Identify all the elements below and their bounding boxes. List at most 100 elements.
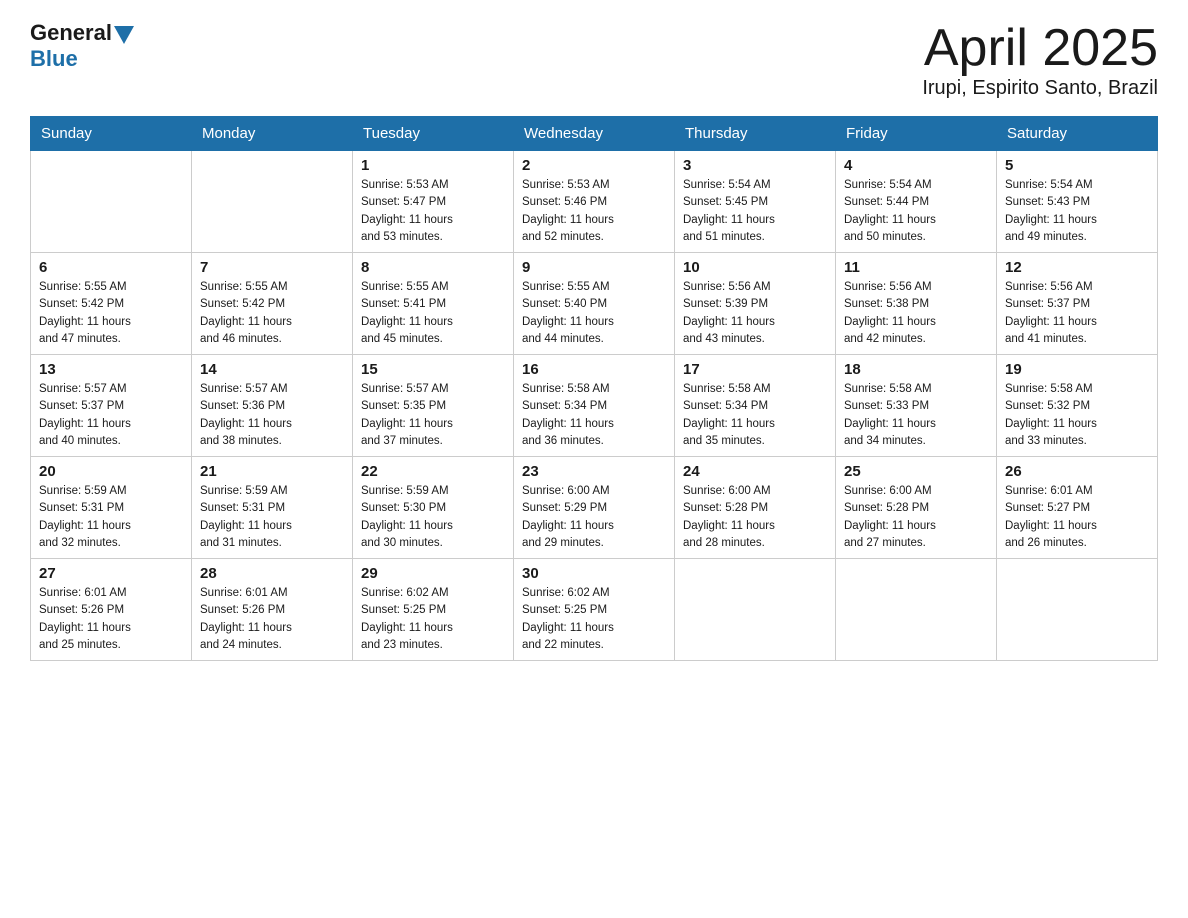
calendar-cell: 5Sunrise: 5:54 AMSunset: 5:43 PMDaylight… (997, 151, 1158, 253)
weekday-header: Friday (836, 117, 997, 151)
day-number: 20 (39, 463, 183, 480)
calendar-cell: 30 Sunrise: 6:02 AMSunset: 5:25 PMDayligh… (514, 559, 675, 661)
calendar-cell: 2 Sunrise: 5:53 AMSunset: 5:46 PMDaylight… (514, 151, 675, 253)
day-number: 27 (39, 565, 183, 582)
logo-general-text: General (30, 20, 112, 46)
day-info: Sunrise: 5:54 AMSunset: 5:44 PMDaylight:… (844, 177, 988, 246)
day-number: 28 (200, 565, 344, 582)
month-title: April 2025 (922, 20, 1158, 77)
day-info: Sunrise: 5:55 AMSunset: 5:42 PMDaylight:… (39, 279, 183, 348)
calendar-cell: 27 Sunrise: 6:01 AMSunset: 5:26 PMDayligh… (31, 559, 192, 661)
day-number: 19 (1005, 361, 1149, 378)
day-info: Sunrise: 5:58 AMSunset: 5:32 PMDaylight:… (1005, 381, 1149, 450)
day-info: Sunrise: 5:55 AMSunset: 5:42 PMDaylight:… (200, 279, 344, 348)
day-info: Sunrise: 5:57 AMSunset: 5:36 PMDaylight:… (200, 381, 344, 450)
day-info: Sunrise: 5:59 AMSunset: 5:30 PMDaylight:… (361, 483, 505, 552)
calendar-cell: 16 Sunrise: 5:58 AMSunset: 5:34 PMDayligh… (514, 355, 675, 457)
day-info: Sunrise: 6:00 AMSunset: 5:28 PMDaylight:… (844, 483, 988, 552)
calendar-cell: 15 Sunrise: 5:57 AMSunset: 5:35 PMDayligh… (353, 355, 514, 457)
day-number: 9 (522, 259, 666, 276)
day-number: 3 (683, 157, 827, 174)
day-number: 8 (361, 259, 505, 276)
day-info: Sunrise: 5:55 AMSunset: 5:40 PMDaylight:… (522, 279, 666, 348)
day-info: Sunrise: 6:02 AMSunset: 5:25 PMDaylight:… (522, 585, 666, 654)
calendar-cell: 26 Sunrise: 6:01 AMSunset: 5:27 PMDayligh… (997, 457, 1158, 559)
day-info: Sunrise: 6:01 AMSunset: 5:26 PMDaylight:… (39, 585, 183, 654)
calendar-cell: 9 Sunrise: 5:55 AMSunset: 5:40 PMDaylight… (514, 253, 675, 355)
calendar-cell: 25Sunrise: 6:00 AMSunset: 5:28 PMDayligh… (836, 457, 997, 559)
day-number: 16 (522, 361, 666, 378)
day-number: 18 (844, 361, 988, 378)
calendar-cell: 21Sunrise: 5:59 AMSunset: 5:31 PMDayligh… (192, 457, 353, 559)
weekday-header: Monday (192, 117, 353, 151)
day-info: Sunrise: 5:54 AMSunset: 5:43 PMDaylight:… (1005, 177, 1149, 246)
day-info: Sunrise: 5:56 AMSunset: 5:39 PMDaylight:… (683, 279, 827, 348)
day-info: Sunrise: 5:53 AMSunset: 5:47 PMDaylight:… (361, 177, 505, 246)
calendar-cell: 24Sunrise: 6:00 AMSunset: 5:28 PMDayligh… (675, 457, 836, 559)
calendar-cell: 18 Sunrise: 5:58 AMSunset: 5:33 PMDayligh… (836, 355, 997, 457)
page-header: General Blue April 2025 Irupi, Espirito … (30, 20, 1158, 100)
day-number: 11 (844, 259, 988, 276)
day-info: Sunrise: 5:58 AMSunset: 5:33 PMDaylight:… (844, 381, 988, 450)
logo: General Blue (30, 20, 134, 72)
calendar-cell (836, 559, 997, 661)
day-info: Sunrise: 5:58 AMSunset: 5:34 PMDaylight:… (683, 381, 827, 450)
day-number: 12 (1005, 259, 1149, 276)
calendar-cell: 23Sunrise: 6:00 AMSunset: 5:29 PMDayligh… (514, 457, 675, 559)
day-number: 4 (844, 157, 988, 174)
calendar-cell: 12Sunrise: 5:56 AMSunset: 5:37 PMDayligh… (997, 253, 1158, 355)
calendar-cell (192, 151, 353, 253)
day-info: Sunrise: 5:57 AMSunset: 5:35 PMDaylight:… (361, 381, 505, 450)
day-info: Sunrise: 5:53 AMSunset: 5:46 PMDaylight:… (522, 177, 666, 246)
day-number: 26 (1005, 463, 1149, 480)
calendar-cell: 29 Sunrise: 6:02 AMSunset: 5:25 PMDayligh… (353, 559, 514, 661)
day-number: 29 (361, 565, 505, 582)
calendar-cell: 20 Sunrise: 5:59 AMSunset: 5:31 PMDayligh… (31, 457, 192, 559)
day-number: 14 (200, 361, 344, 378)
day-info: Sunrise: 5:56 AMSunset: 5:38 PMDaylight:… (844, 279, 988, 348)
day-number: 13 (39, 361, 183, 378)
day-number: 1 (361, 157, 505, 174)
calendar-cell: 7 Sunrise: 5:55 AMSunset: 5:42 PMDaylight… (192, 253, 353, 355)
calendar-cell: 11 Sunrise: 5:56 AMSunset: 5:38 PMDayligh… (836, 253, 997, 355)
calendar-cell: 13 Sunrise: 5:57 AMSunset: 5:37 PMDayligh… (31, 355, 192, 457)
calendar-cell: 17 Sunrise: 5:58 AMSunset: 5:34 PMDayligh… (675, 355, 836, 457)
day-number: 22 (361, 463, 505, 480)
day-number: 17 (683, 361, 827, 378)
calendar-week-row: 27 Sunrise: 6:01 AMSunset: 5:26 PMDayligh… (31, 559, 1158, 661)
weekday-header: Wednesday (514, 117, 675, 151)
day-number: 7 (200, 259, 344, 276)
day-number: 10 (683, 259, 827, 276)
weekday-header: Tuesday (353, 117, 514, 151)
calendar-cell: 8 Sunrise: 5:55 AMSunset: 5:41 PMDaylight… (353, 253, 514, 355)
calendar-table: SundayMondayTuesdayWednesdayThursdayFrid… (30, 116, 1158, 661)
calendar-cell: 22 Sunrise: 5:59 AMSunset: 5:30 PMDayligh… (353, 457, 514, 559)
calendar-week-row: 6 Sunrise: 5:55 AMSunset: 5:42 PMDaylight… (31, 253, 1158, 355)
weekday-header: Sunday (31, 117, 192, 151)
day-info: Sunrise: 5:57 AMSunset: 5:37 PMDaylight:… (39, 381, 183, 450)
calendar-cell (675, 559, 836, 661)
calendar-week-row: 1 Sunrise: 5:53 AMSunset: 5:47 PMDaylight… (31, 151, 1158, 253)
day-info: Sunrise: 5:54 AMSunset: 5:45 PMDaylight:… (683, 177, 827, 246)
day-number: 15 (361, 361, 505, 378)
day-number: 2 (522, 157, 666, 174)
day-info: Sunrise: 5:59 AMSunset: 5:31 PMDaylight:… (39, 483, 183, 552)
day-number: 24 (683, 463, 827, 480)
day-info: Sunrise: 6:02 AMSunset: 5:25 PMDaylight:… (361, 585, 505, 654)
day-info: Sunrise: 5:55 AMSunset: 5:41 PMDaylight:… (361, 279, 505, 348)
calendar-header-row: SundayMondayTuesdayWednesdayThursdayFrid… (31, 117, 1158, 151)
weekday-header: Thursday (675, 117, 836, 151)
calendar-week-row: 13 Sunrise: 5:57 AMSunset: 5:37 PMDayligh… (31, 355, 1158, 457)
calendar-cell (31, 151, 192, 253)
calendar-cell: 28 Sunrise: 6:01 AMSunset: 5:26 PMDayligh… (192, 559, 353, 661)
calendar-cell: 1 Sunrise: 5:53 AMSunset: 5:47 PMDaylight… (353, 151, 514, 253)
day-info: Sunrise: 6:01 AMSunset: 5:27 PMDaylight:… (1005, 483, 1149, 552)
day-info: Sunrise: 5:59 AMSunset: 5:31 PMDaylight:… (200, 483, 344, 552)
day-number: 30 (522, 565, 666, 582)
calendar-cell: 3 Sunrise: 5:54 AMSunset: 5:45 PMDaylight… (675, 151, 836, 253)
calendar-cell: 14 Sunrise: 5:57 AMSunset: 5:36 PMDayligh… (192, 355, 353, 457)
day-number: 6 (39, 259, 183, 276)
logo-triangle-icon (114, 26, 134, 44)
day-info: Sunrise: 6:01 AMSunset: 5:26 PMDaylight:… (200, 585, 344, 654)
day-info: Sunrise: 5:58 AMSunset: 5:34 PMDaylight:… (522, 381, 666, 450)
